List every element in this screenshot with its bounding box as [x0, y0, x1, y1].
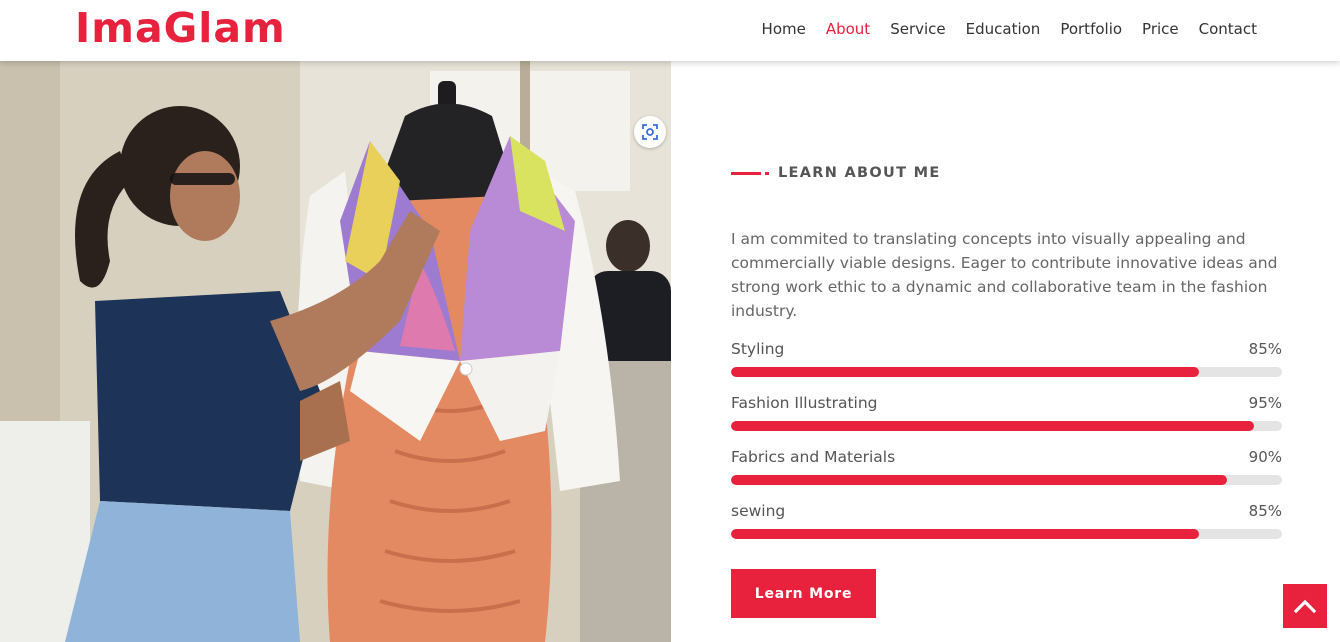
- chevron-up-icon: [1294, 599, 1316, 613]
- eyebrow-text: LEARN ABOUT ME: [778, 165, 941, 181]
- nav-contact[interactable]: Contact: [1199, 20, 1257, 38]
- nav-education[interactable]: Education: [966, 20, 1041, 38]
- skill-fashion-illustrating: Fashion Illustrating 95%: [731, 394, 1282, 434]
- skill-fill: [731, 475, 1227, 485]
- photo-illustration: [0, 61, 671, 642]
- skill-styling: Styling 85%: [731, 340, 1282, 380]
- nav-home[interactable]: Home: [762, 20, 806, 38]
- skill-track: [731, 421, 1282, 431]
- skill-sewing: sewing 85%: [731, 502, 1282, 542]
- skill-percent: 85%: [1248, 340, 1282, 358]
- navbar: ImaGlam Home About Service Education Por…: [0, 0, 1340, 61]
- visual-search-lens-icon[interactable]: [634, 116, 666, 148]
- skill-label: Styling: [731, 340, 785, 358]
- nav-service[interactable]: Service: [890, 20, 945, 38]
- skill-fill: [731, 421, 1255, 431]
- skill-percent: 90%: [1248, 448, 1282, 466]
- skill-label: Fabrics and Materials: [731, 448, 896, 466]
- nav-about[interactable]: About: [826, 20, 870, 38]
- learn-more-button[interactable]: Learn More: [731, 569, 876, 618]
- eyebrow-dot: [765, 171, 769, 175]
- skill-fill: [731, 529, 1200, 539]
- skill-label: sewing: [731, 502, 786, 520]
- eyebrow-line: [731, 171, 761, 175]
- about-paragraph: I am commited to translating concepts in…: [731, 230, 1278, 320]
- skill-track: [731, 475, 1282, 485]
- skill-track: [731, 367, 1282, 377]
- skill-fill: [731, 367, 1200, 377]
- nav-price[interactable]: Price: [1142, 20, 1179, 38]
- about-photo: [0, 61, 671, 642]
- skill-fabrics-and-materials: Fabrics and Materials 90%: [731, 448, 1282, 488]
- site-logo[interactable]: ImaGlam: [75, 4, 286, 52]
- back-to-top-button[interactable]: [1283, 584, 1327, 628]
- skill-label: Fashion Illustrating: [731, 394, 878, 412]
- main-nav: Home About Service Education Portfolio P…: [742, 20, 1257, 38]
- skill-percent: 95%: [1248, 394, 1282, 412]
- section-eyebrow: LEARN ABOUT ME: [731, 165, 941, 181]
- nav-portfolio[interactable]: Portfolio: [1060, 20, 1122, 38]
- skill-percent: 85%: [1248, 502, 1282, 520]
- skill-track: [731, 529, 1282, 539]
